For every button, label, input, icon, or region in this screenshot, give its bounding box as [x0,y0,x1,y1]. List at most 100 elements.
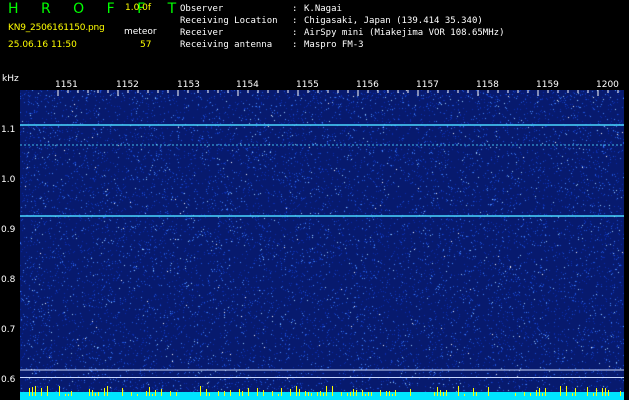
bottom-spike [443,392,444,396]
x-tick-label: 1157 [416,80,439,90]
bottom-spike [149,387,150,396]
bottom-spike [272,391,273,396]
bottom-band [20,392,624,400]
bottom-spike [356,390,357,396]
bottom-spike [230,390,231,396]
bottom-spike [362,390,363,396]
bottom-spike [524,392,525,396]
bottom-spike [560,386,561,396]
bottom-spike [365,394,366,396]
bottom-spike [320,391,321,396]
bottom-spike [290,389,291,396]
y-tick-label: 0.6 [1,375,16,385]
app-version: 1.0.0f [125,3,152,13]
info-value: K.Nagai [304,4,342,14]
bottom-spike [464,394,465,396]
bottom-spike [146,391,147,396]
x-tick-label: 1158 [476,80,499,90]
bottom-spike [458,386,459,396]
bottom-spike [98,392,99,396]
bottom-spike [152,394,153,396]
bottom-spike [542,393,543,396]
bottom-spike [131,392,132,396]
x-tick-label: 1153 [177,80,200,90]
y-tick-label: 0.8 [1,275,16,285]
bottom-spike [593,393,594,396]
hroft-window: H R O F F T 1.0.0f KN9_2506161150.png me… [0,0,629,400]
x-tick-label: 1156 [356,80,379,90]
bottom-spike [317,392,318,396]
x-tick-label: 1155 [296,80,319,90]
y-tick-label: 1.0 [1,175,16,185]
bottom-spike [41,388,42,396]
bottom-spike [326,386,327,396]
info-label: Receiving Location [180,16,278,26]
spectrogram-overlay [20,90,624,400]
bottom-spike [32,387,33,396]
bottom-spike [170,391,171,396]
bottom-spike [65,394,66,396]
bottom-spike [539,388,540,396]
bottom-spike [263,390,264,396]
bottom-spike [536,390,537,396]
x-tick-label: 1159 [536,80,559,90]
bottom-spike [224,391,225,396]
bottom-spike [332,386,333,396]
bottom-spike [137,394,138,396]
info-location: Receiving Location: Chigasaki, Japan (139… [180,16,483,26]
bottom-spike [341,392,342,396]
observation-datetime: 25.06.16 11:50 [8,40,77,50]
info-value: AirSpy mini (Miakejima VOR 108.65MHz) [304,28,505,38]
bottom-spike [47,386,48,396]
y-tick-label: 0.9 [1,225,16,235]
x-tick-label: 1200 [596,80,619,90]
bottom-spike [488,387,489,396]
bottom-spike [350,392,351,396]
bottom-spike [386,391,387,396]
bottom-spike [296,386,297,396]
bottom-spike [572,393,573,396]
bottom-spike [545,388,546,396]
x-tick-label: 1154 [236,80,259,90]
bottom-spike [323,393,324,396]
bottom-spike [200,386,201,396]
info-value: Chigasaki, Japan (139.414 35.340) [304,16,483,26]
bottom-spike [68,394,69,396]
bottom-spike [209,393,210,396]
bottom-spike [587,387,588,396]
bottom-spike [530,393,531,396]
bottom-spike [248,388,249,396]
bottom-spike [440,390,441,396]
bottom-spike [311,393,312,396]
x-tick-label: 1152 [116,80,139,90]
bottom-spike [59,386,60,396]
bottom-spike [257,388,258,396]
bottom-spike [389,391,390,396]
bottom-spike [305,391,306,396]
bottom-spike [566,386,567,396]
info-value: Maspro FM-3 [304,40,364,50]
info-antenna: Receiving antenna: Maspro FM-3 [180,40,364,50]
y-tick-label: 0.7 [1,325,16,335]
bottom-spike [89,389,90,396]
bottom-spike [95,393,96,396]
spectrogram [20,90,624,400]
bottom-spike [281,388,282,396]
bottom-spike [476,392,477,396]
bottom-spike [602,388,603,396]
info-observer: Observer: K.Nagai [180,4,342,14]
bottom-spike [104,388,105,396]
bottom-spike [308,392,309,396]
bottom-spike [347,393,348,396]
bottom-spike [71,391,72,396]
image-filename: KN9_2506161150.png [8,23,105,33]
bottom-spike [392,394,393,396]
bottom-spike [218,391,219,396]
info-receiver: Receiver: AirSpy mini (Miakejima VOR 108.… [180,28,505,38]
observation-mode: meteor [124,27,157,37]
bottom-spike [206,389,207,396]
bottom-spike [410,389,411,396]
bottom-spike [605,388,606,396]
bottom-spike [620,391,621,396]
bottom-spike [353,389,354,396]
